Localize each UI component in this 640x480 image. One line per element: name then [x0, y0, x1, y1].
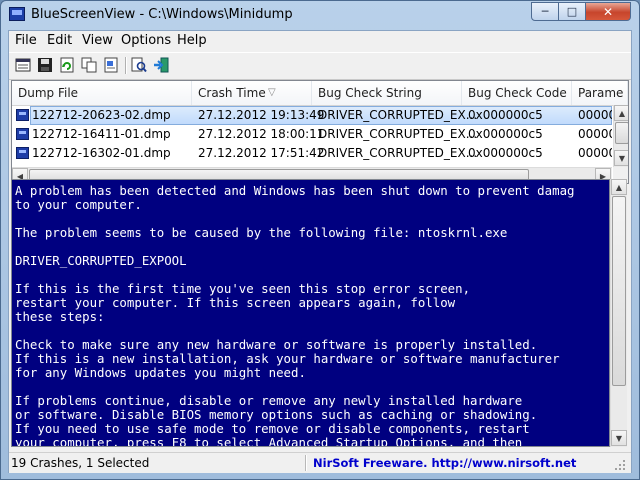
column-crash-time[interactable]: Crash Time ▽ [192, 81, 312, 105]
dump-file-icon [16, 109, 29, 121]
status-bar: 19 Crashes, 1 Selected NirSoft Freeware.… [9, 452, 631, 473]
scroll-up-icon[interactable]: ▲ [611, 179, 627, 195]
client-area: File Edit View Options Help Dump File Cr… [8, 30, 632, 473]
window-title: BlueScreenView - C:\Windows\Minidump [31, 7, 293, 22]
bsod-text-line: If this is a new installation, ask your … [15, 351, 560, 366]
column-parameter[interactable]: Parame [572, 81, 628, 105]
dump-file-icon [16, 147, 29, 159]
menu-options[interactable]: Options [121, 33, 171, 48]
menu-edit[interactable]: Edit [47, 33, 72, 48]
copy-icon[interactable] [80, 56, 98, 74]
toolbar-separator [125, 57, 127, 74]
bsod-text-line: If problems continue, disable or remove … [15, 393, 523, 408]
bsod-text-line: to your computer. [15, 197, 142, 212]
close-button[interactable]: ✕ [585, 2, 631, 21]
bsod-text-line: for any Windows updates you might need. [15, 365, 306, 380]
cell-bug-check-string: DRIVER_CORRUPTED_EX... [318, 108, 478, 122]
toolbar [9, 52, 631, 80]
list-header: Dump File Crash Time ▽ Bug Check String B… [12, 81, 628, 106]
scroll-down-icon[interactable]: ▼ [611, 430, 627, 446]
menu-help[interactable]: Help [177, 33, 207, 48]
bsod-text-line: your computer, press F8 to select Advanc… [15, 435, 523, 447]
table-row[interactable]: 122712-16411-01.dmp 27.12.2012 18:00:11 … [12, 125, 612, 144]
cell-crash-time: 27.12.2012 18:00:11 [198, 127, 325, 141]
cell-crash-time: 27.12.2012 19:13:49 [198, 108, 325, 122]
resize-grip-icon[interactable] [614, 459, 626, 471]
bsod-text-line: Check to make sure any new hardware or s… [15, 337, 538, 352]
cell-parameter: 0000000 [578, 108, 612, 122]
exit-icon[interactable] [152, 56, 170, 74]
bsod-vscroll-thumb[interactable] [612, 196, 626, 386]
crash-count-status: 19 Crashes, 1 Selected [11, 456, 150, 470]
bsod-preview-pane[interactable]: A problem has been detected and Windows … [11, 179, 610, 447]
sort-desc-icon: ▽ [268, 87, 276, 98]
html-report-icon[interactable] [102, 56, 120, 74]
cell-dump-file: 122712-20623-02.dmp [32, 108, 171, 122]
scroll-down-icon[interactable]: ▼ [614, 150, 628, 166]
menu-file[interactable]: File [15, 33, 37, 48]
cell-bug-check-string: DRIVER_CORRUPTED_EX... [318, 127, 478, 141]
list-vscroll-thumb[interactable] [615, 122, 628, 144]
cell-bug-check-code: 0x000000c5 [468, 127, 543, 141]
nirsoft-link[interactable]: NirSoft Freeware. http://www.nirsoft.net [313, 456, 576, 470]
column-crash-time-label: Crash Time [198, 86, 266, 100]
list-vertical-scrollbar[interactable]: ▲ ▼ [613, 105, 628, 167]
bsod-text-line: The problem seems to be caused by the fo… [15, 225, 508, 240]
column-bug-check-code[interactable]: Bug Check Code [462, 81, 572, 105]
cell-bug-check-string: DRIVER_CORRUPTED_EX... [318, 146, 478, 160]
bsod-text-line: or software. Disable BIOS memory options… [15, 407, 538, 422]
bsod-text-line: restart your computer. If this screen ap… [15, 295, 456, 310]
bsod-text-line: these steps: [15, 309, 105, 324]
table-row[interactable]: 122712-16302-01.dmp 27.12.2012 17:51:42 … [12, 144, 612, 163]
status-divider [305, 455, 307, 471]
save-icon[interactable] [36, 56, 54, 74]
refresh-icon[interactable] [58, 56, 76, 74]
cell-parameter: 0000000 [578, 146, 612, 160]
cell-bug-check-code: 0x000000c5 [468, 146, 543, 160]
crash-list[interactable]: Dump File Crash Time ▽ Bug Check String B… [11, 80, 629, 184]
menu-view[interactable]: View [82, 33, 113, 48]
menu-bar: File Edit View Options Help [9, 31, 631, 51]
maximize-button[interactable]: □ [558, 2, 586, 21]
bluescreen-app-icon [9, 7, 25, 21]
column-dump-file[interactable]: Dump File [12, 81, 192, 105]
table-row[interactable]: 122712-20623-02.dmp 27.12.2012 19:13:49 … [12, 106, 612, 125]
dump-file-icon [16, 128, 29, 140]
bsod-text-line: If you need to use safe mode to remove o… [15, 421, 530, 436]
bsod-text-line: DRIVER_CORRUPTED_EXPOOL [15, 253, 187, 268]
cell-bug-check-code: 0x000000c5 [468, 108, 543, 122]
title-bar[interactable]: BlueScreenView - C:\Windows\Minidump ─ □… [1, 1, 639, 29]
bsod-vertical-scrollbar[interactable]: ▲ ▼ [610, 179, 627, 447]
find-icon[interactable] [130, 56, 148, 74]
properties-icon[interactable] [14, 56, 32, 74]
minimize-button[interactable]: ─ [531, 2, 559, 21]
bsod-text-line: A problem has been detected and Windows … [15, 183, 575, 198]
cell-dump-file: 122712-16411-01.dmp [32, 127, 171, 141]
scroll-up-icon[interactable]: ▲ [614, 105, 628, 121]
cell-dump-file: 122712-16302-01.dmp [32, 146, 171, 160]
cell-parameter: 0000000 [578, 127, 612, 141]
bsod-text-line: If this is the first time you've seen th… [15, 281, 471, 296]
app-window: BlueScreenView - C:\Windows\Minidump ─ □… [0, 0, 640, 480]
cell-crash-time: 27.12.2012 17:51:42 [198, 146, 325, 160]
column-bug-check-string[interactable]: Bug Check String [312, 81, 462, 105]
